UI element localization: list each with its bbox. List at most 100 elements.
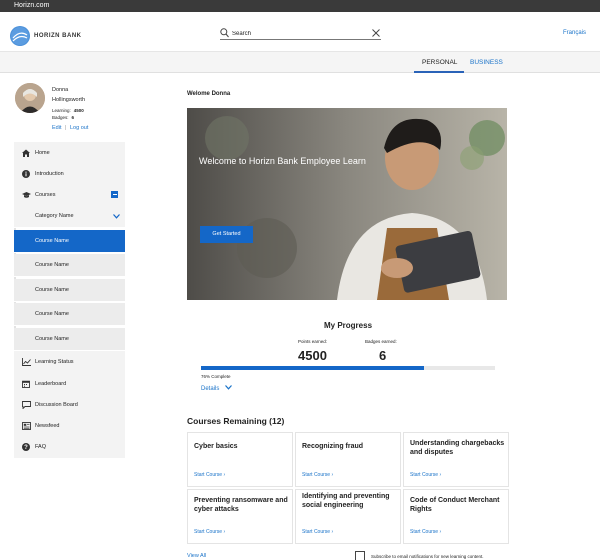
search-input[interactable] bbox=[232, 28, 362, 39]
calendar-icon bbox=[22, 380, 30, 388]
logout-link[interactable]: Log out bbox=[70, 125, 88, 131]
get-started-button[interactable]: Get Started bbox=[200, 226, 253, 243]
sidebar-item-label: Course Name bbox=[35, 287, 69, 293]
sidebar-item-label: Category Name bbox=[35, 213, 74, 219]
close-icon[interactable] bbox=[372, 29, 380, 37]
start-course-link[interactable]: Start Course › bbox=[194, 472, 225, 478]
sidebar-item-leaderboard[interactable]: Leaderboard bbox=[14, 373, 125, 396]
course-card[interactable]: Cyber basics Start Course › bbox=[187, 432, 293, 487]
progress-bar-fill bbox=[201, 366, 425, 370]
question-icon: ? bbox=[22, 443, 30, 451]
course-card[interactable]: Identifying and preventing social engine… bbox=[295, 489, 401, 544]
profile-last-name: Hollingsworth bbox=[52, 97, 86, 103]
details-label: Details bbox=[201, 386, 220, 392]
sidebar-item-faq[interactable]: ? FAQ bbox=[14, 436, 125, 459]
hero-banner: Welcome to Horizn Bank Employee Learn Ge… bbox=[187, 108, 507, 300]
comment-icon bbox=[22, 401, 31, 409]
home-icon bbox=[22, 149, 30, 157]
sidebar-item-home[interactable]: Home bbox=[14, 142, 125, 165]
info-icon bbox=[22, 170, 30, 178]
points-label: Points earned: bbox=[298, 339, 328, 344]
sidebar-item-discussion-board[interactable]: Discussion Board bbox=[14, 394, 125, 417]
details-toggle[interactable]: Details bbox=[201, 385, 232, 392]
learning-value: 4500 bbox=[73, 108, 84, 113]
badges-label: Badges: bbox=[52, 115, 69, 120]
language-link[interactable]: Français bbox=[563, 30, 586, 36]
brand-name: HORIZN BANK bbox=[34, 33, 82, 39]
course-card[interactable]: Understanding chargebacks and disputes S… bbox=[403, 432, 509, 487]
hero-title: Welcome to Horizn Bank Employee Learn bbox=[199, 156, 366, 166]
subscribe-label: Subscribe to email notifications for new… bbox=[371, 554, 484, 559]
search-bar bbox=[220, 28, 381, 40]
subscribe-checkbox[interactable] bbox=[355, 551, 365, 560]
progress-bar bbox=[201, 366, 495, 370]
sidebar-item-label: Introduction bbox=[35, 171, 64, 177]
sidebar-item-label: Newsfeed bbox=[35, 423, 60, 429]
sidebar-item-label: Course Name bbox=[35, 262, 69, 268]
start-course-link[interactable]: Start Course › bbox=[194, 529, 225, 535]
course-title: Cyber basics bbox=[194, 443, 238, 450]
progress-title: My Progress bbox=[324, 321, 373, 330]
profile-badges: Badges: 6 bbox=[52, 115, 74, 120]
avatar[interactable] bbox=[15, 83, 45, 113]
badges-value: 6 bbox=[379, 348, 387, 363]
sidebar-item-course[interactable]: Course Name bbox=[14, 279, 125, 302]
course-title: Code of Conduct Merchant Rights bbox=[410, 497, 500, 514]
badges-label: Badges earned: bbox=[365, 339, 397, 344]
graduation-cap-icon bbox=[22, 192, 31, 198]
collapse-icon[interactable] bbox=[111, 191, 118, 198]
bank-logo-icon[interactable] bbox=[10, 26, 30, 46]
sidebar-item-learning-status[interactable]: Learning Status bbox=[14, 351, 125, 374]
start-course-link[interactable]: Start Course › bbox=[410, 529, 441, 535]
link-separator: | bbox=[65, 125, 67, 131]
sidebar-item-label: Course Name bbox=[35, 238, 69, 244]
sidebar-item-label: Discussion Board bbox=[35, 402, 78, 408]
svg-text:?: ? bbox=[24, 445, 28, 451]
course-title: Understanding chargebacks and disputes bbox=[410, 440, 505, 457]
sidebar-item-label: Course Name bbox=[35, 311, 69, 317]
tab-business[interactable]: BUSINESS bbox=[470, 59, 503, 66]
start-course-link[interactable]: Start Course › bbox=[302, 472, 333, 478]
course-card[interactable]: Recognizing fraud Start Course › bbox=[295, 432, 401, 487]
start-course-link[interactable]: Start Course › bbox=[302, 529, 333, 535]
progress-percent: 76% Complete bbox=[201, 374, 231, 379]
sidebar-item-introduction[interactable]: Introduction bbox=[14, 163, 125, 186]
courses-remaining-title: Courses Remaining (12) bbox=[187, 416, 285, 426]
profile-first-name: Donna bbox=[52, 87, 69, 93]
browser-tab-title: Horizn.com bbox=[14, 2, 50, 9]
course-title: Identifying and preventing social engine… bbox=[302, 493, 390, 510]
active-tab-underline bbox=[414, 71, 464, 73]
sidebar-item-label: FAQ bbox=[35, 444, 47, 450]
hero-photo bbox=[187, 108, 507, 300]
learning-label: Learning: bbox=[52, 108, 71, 113]
sidebar-item-label: Leaderboard bbox=[35, 381, 67, 387]
course-title: Recognizing fraud bbox=[302, 443, 364, 450]
view-all-link[interactable]: View All bbox=[187, 553, 206, 559]
sidebar-item-label: Course Name bbox=[35, 336, 69, 342]
site-header: HORIZN BANK Français bbox=[0, 12, 600, 52]
browser-tab-bar: Horizn.com bbox=[0, 0, 600, 12]
line-chart-icon bbox=[22, 358, 31, 366]
sidebar-item-course-active[interactable]: Course Name bbox=[14, 230, 125, 253]
tab-personal[interactable]: PERSONAL bbox=[422, 59, 457, 66]
chevron-down-icon bbox=[225, 385, 232, 390]
sidebar-item-courses[interactable]: Courses bbox=[14, 184, 125, 207]
start-course-link[interactable]: Start Course › bbox=[410, 472, 441, 478]
sidebar-item-newsfeed[interactable]: Newsfeed bbox=[14, 415, 125, 438]
sidebar-item-course[interactable]: Course Name bbox=[14, 328, 125, 351]
sidebar-item-label: Home bbox=[35, 150, 50, 156]
welcome-heading: Welome Donna bbox=[187, 91, 231, 97]
sidebar-item-label: Courses bbox=[35, 192, 56, 198]
sidebar-item-label: Learning Status bbox=[35, 359, 74, 365]
course-card[interactable]: Code of Conduct Merchant Rights Start Co… bbox=[403, 489, 509, 544]
sidebar-item-course[interactable]: Course Name bbox=[14, 303, 125, 326]
course-card[interactable]: Preventing ransomware and cyber attacks … bbox=[187, 489, 293, 544]
sidebar-item-course[interactable]: Course Name bbox=[14, 254, 125, 277]
search-icon[interactable] bbox=[220, 28, 229, 38]
profile-learning: Learning: 4500 bbox=[52, 108, 84, 113]
edit-profile-link[interactable]: Edit bbox=[52, 125, 61, 131]
newspaper-icon bbox=[22, 422, 31, 430]
chevron-down-icon[interactable] bbox=[113, 214, 120, 219]
badges-value: 6 bbox=[71, 115, 75, 120]
sidebar-item-category[interactable]: Category Name bbox=[14, 205, 125, 228]
